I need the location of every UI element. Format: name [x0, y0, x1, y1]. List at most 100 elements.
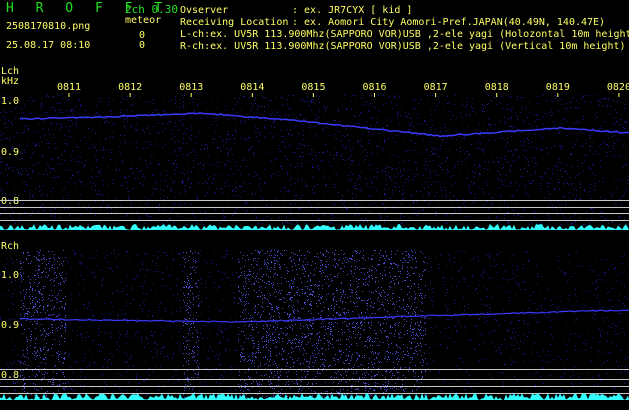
noise-dot	[616, 187, 617, 188]
noise-dot	[386, 391, 387, 392]
noise-dot	[312, 159, 313, 160]
noise-dot	[245, 387, 246, 388]
noise-dot	[270, 303, 271, 304]
noise-dot	[44, 135, 45, 136]
noise-dot	[94, 363, 95, 364]
noise-dot	[342, 209, 343, 210]
noise-dot	[321, 327, 322, 328]
noise-dot	[465, 282, 466, 283]
noise-dot	[290, 109, 291, 110]
noise-dot	[503, 385, 504, 386]
noise-dot	[153, 175, 154, 176]
noise-dot	[397, 358, 398, 359]
noise-dot	[71, 120, 72, 121]
noise-dot	[622, 256, 623, 257]
noise-dot	[551, 101, 552, 102]
noise-dot	[332, 223, 333, 224]
noise-dot	[532, 126, 533, 127]
noise-dot	[523, 142, 524, 143]
noise-dot	[281, 136, 282, 137]
noise-dot	[103, 367, 104, 368]
noise-dot	[268, 342, 269, 343]
noise-dot	[343, 203, 344, 204]
noise-dot	[311, 301, 312, 302]
noise-dot	[237, 188, 238, 189]
noise-dot	[242, 186, 243, 187]
noise-dot	[227, 153, 228, 154]
noise-dot	[435, 215, 436, 216]
noise-dot	[12, 349, 13, 350]
noise-dot	[367, 309, 368, 310]
noise-dot	[178, 141, 179, 142]
noise-dot	[488, 217, 489, 218]
noise-dot	[412, 313, 413, 314]
noise-dot	[398, 372, 399, 373]
noise-dot	[194, 111, 195, 112]
noise-dot	[394, 304, 395, 305]
noise-dot	[348, 261, 349, 262]
noise-dot	[402, 175, 403, 176]
noise-dot	[400, 260, 401, 261]
noise-dot	[137, 117, 138, 118]
noise-dot	[515, 183, 516, 184]
noise-dot	[517, 284, 518, 285]
noise-dot	[471, 106, 472, 107]
noise-dot	[85, 160, 86, 161]
noise-dot	[471, 193, 472, 194]
noise-dot	[462, 161, 463, 162]
noise-dot	[271, 177, 272, 178]
noise-dot	[190, 251, 191, 252]
noise-dot	[530, 300, 531, 301]
noise-dot	[373, 307, 374, 308]
noise-dot	[263, 198, 264, 199]
noise-dot	[320, 317, 321, 318]
noise-dot	[349, 363, 350, 364]
noise-dot	[82, 340, 83, 341]
noise-dot	[552, 337, 553, 338]
noise-dot	[6, 183, 7, 184]
noise-dot	[287, 222, 288, 223]
noise-dot	[499, 349, 500, 350]
noise-dot	[60, 301, 61, 302]
noise-dot	[507, 162, 508, 163]
noise-dot	[113, 179, 114, 180]
noise-dot	[316, 303, 317, 304]
noise-dot	[8, 120, 9, 121]
noise-dot	[557, 170, 558, 171]
noise-dot	[214, 139, 215, 140]
noise-dot	[329, 162, 330, 163]
noise-dot	[558, 100, 559, 101]
noise-dot	[489, 169, 490, 170]
noise-dot	[334, 205, 335, 206]
noise-dot	[302, 293, 303, 294]
noise-dot	[242, 121, 243, 122]
noise-dot	[346, 145, 347, 146]
noise-dot	[188, 333, 189, 334]
noise-dot	[26, 258, 27, 259]
noise-dot	[289, 180, 290, 181]
noise-dot	[258, 185, 259, 186]
noise-dot	[353, 95, 354, 96]
noise-dot	[84, 353, 85, 354]
noise-dot	[240, 395, 241, 396]
noise-dot	[381, 287, 382, 288]
noise-dot	[418, 117, 419, 118]
noise-dot	[254, 100, 255, 101]
noise-dot	[598, 146, 599, 147]
noise-dot	[79, 203, 80, 204]
noise-dot	[443, 277, 444, 278]
noise-dot	[142, 260, 143, 261]
noise-dot	[250, 148, 251, 149]
noise-dot	[228, 277, 229, 278]
noise-dot	[570, 177, 571, 178]
noise-dot	[582, 97, 583, 98]
noise-dot	[591, 198, 592, 199]
noise-dot	[368, 391, 369, 392]
noise-dot	[571, 383, 572, 384]
noise-dot	[612, 155, 613, 156]
noise-dot	[365, 387, 366, 388]
noise-dot	[479, 165, 480, 166]
noise-dot	[502, 168, 503, 169]
noise-dot	[545, 172, 546, 173]
noise-dot	[589, 291, 590, 292]
